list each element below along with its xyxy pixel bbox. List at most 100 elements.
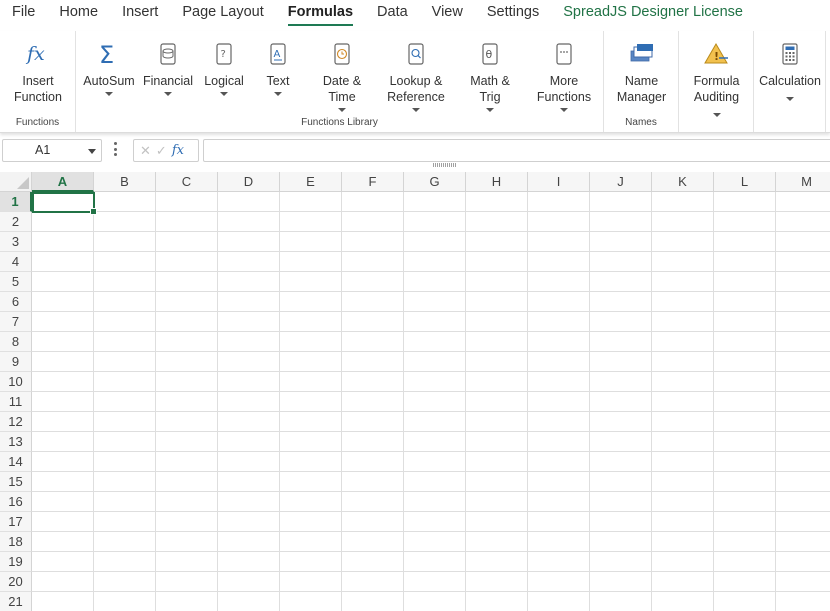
- more-functions-label-2: Functions: [536, 90, 592, 104]
- column-header[interactable]: H: [466, 172, 528, 192]
- tab-formulas[interactable]: Formulas: [276, 0, 365, 28]
- column-header[interactable]: F: [342, 172, 404, 192]
- row-header[interactable]: 6: [0, 292, 32, 312]
- formula-bar: A1 ✕ ✓ fx: [0, 138, 830, 167]
- row-header[interactable]: 19: [0, 552, 32, 572]
- tab-insert[interactable]: Insert: [110, 0, 170, 28]
- column-header[interactable]: C: [156, 172, 218, 192]
- row-header[interactable]: 3: [0, 232, 32, 252]
- calculation-button[interactable]: Calculation: [754, 39, 826, 101]
- theta-book-icon: θ: [464, 39, 516, 69]
- sigma-icon: Σ: [80, 39, 138, 69]
- row-header[interactable]: 16: [0, 492, 32, 512]
- ribbon: fx Insert Function Functions Σ AutoSum F…: [0, 31, 830, 133]
- row-header[interactable]: 10: [0, 372, 32, 392]
- clock-book-icon: [316, 39, 368, 69]
- formula-auditing-label-1: Formula: [693, 74, 740, 88]
- autosum-label: AutoSum: [83, 74, 135, 88]
- name-manager-button[interactable]: Name Manager: [604, 39, 679, 105]
- chevron-down-icon[interactable]: [88, 149, 96, 154]
- row-header[interactable]: 20: [0, 572, 32, 592]
- chevron-down-icon: [105, 92, 113, 96]
- lookup-reference-button[interactable]: Lookup & Reference: [382, 39, 450, 112]
- name-box[interactable]: A1: [2, 139, 102, 162]
- column-header[interactable]: D: [218, 172, 280, 192]
- name-manager-label-1: Name: [624, 74, 659, 88]
- column-header[interactable]: A: [32, 172, 94, 192]
- column-header[interactable]: I: [528, 172, 590, 192]
- column-header[interactable]: G: [404, 172, 466, 192]
- svg-text:A: A: [274, 49, 281, 60]
- select-all-corner[interactable]: [0, 172, 32, 192]
- row-header[interactable]: 21: [0, 592, 32, 611]
- svg-text:fx: fx: [25, 43, 45, 65]
- tab-designer-license[interactable]: SpreadJS Designer License: [551, 0, 755, 28]
- row-header[interactable]: 12: [0, 412, 32, 432]
- column-header[interactable]: J: [590, 172, 652, 192]
- cancel-icon[interactable]: ✕: [140, 143, 151, 159]
- question-book-icon: ?: [200, 39, 248, 69]
- column-header[interactable]: L: [714, 172, 776, 192]
- column-header[interactable]: M: [776, 172, 830, 192]
- tab-file[interactable]: File: [0, 0, 47, 28]
- group-functions-library: Σ AutoSum Financial ? Logical A Text Dat…: [76, 31, 604, 132]
- svg-text:!: !: [714, 50, 719, 63]
- svg-text:?: ?: [221, 49, 226, 60]
- row-header[interactable]: 11: [0, 392, 32, 412]
- text-button[interactable]: A Text: [256, 39, 300, 96]
- tab-view[interactable]: View: [420, 0, 475, 28]
- resize-grip[interactable]: [433, 163, 457, 167]
- row-header[interactable]: 1: [0, 192, 32, 212]
- group-names: Name Manager Names: [604, 31, 679, 132]
- date-time-button[interactable]: Date & Time: [316, 39, 368, 112]
- more-functions-button[interactable]: More Functions: [532, 39, 596, 112]
- row-header[interactable]: 13: [0, 432, 32, 452]
- column-header[interactable]: E: [280, 172, 342, 192]
- warning-triangle-icon: !: [679, 39, 754, 69]
- row-header[interactable]: 14: [0, 452, 32, 472]
- active-cell-selection[interactable]: [32, 192, 97, 215]
- row-header[interactable]: 2: [0, 212, 32, 232]
- insert-function-button[interactable]: fx Insert Function: [0, 39, 76, 105]
- column-header[interactable]: K: [652, 172, 714, 192]
- tab-page-layout[interactable]: Page Layout: [170, 0, 275, 28]
- formula-input[interactable]: [203, 139, 830, 162]
- chevron-down-icon: [220, 92, 228, 96]
- cell-area[interactable]: [32, 192, 830, 611]
- row-header[interactable]: 8: [0, 332, 32, 352]
- row-header[interactable]: 9: [0, 352, 32, 372]
- row-header[interactable]: 7: [0, 312, 32, 332]
- tab-settings[interactable]: Settings: [475, 0, 551, 28]
- row-header[interactable]: 4: [0, 252, 32, 272]
- chevron-down-icon: [786, 97, 794, 101]
- row-header[interactable]: 5: [0, 272, 32, 292]
- insert-function-label-2: Function: [14, 90, 62, 104]
- name-tags-icon: [604, 39, 679, 69]
- math-trig-label-2: Trig: [479, 90, 501, 104]
- formula-auditing-button[interactable]: ! Formula Auditing: [679, 39, 754, 117]
- calculation-label: Calculation: [759, 74, 821, 88]
- fx-icon[interactable]: fx: [172, 143, 184, 158]
- calculator-icon: [754, 39, 826, 69]
- logical-label: Logical: [204, 74, 244, 88]
- math-trig-button[interactable]: θ Math & Trig: [464, 39, 516, 112]
- more-options-icon[interactable]: [114, 142, 118, 160]
- chevron-down-icon: [164, 92, 172, 96]
- tab-home[interactable]: Home: [47, 0, 110, 28]
- column-header[interactable]: B: [94, 172, 156, 192]
- row-header[interactable]: 15: [0, 472, 32, 492]
- more-functions-label-1: More: [549, 74, 579, 88]
- tab-data[interactable]: Data: [365, 0, 420, 28]
- group-label-functions-library: Functions Library: [301, 117, 378, 128]
- row-header[interactable]: 17: [0, 512, 32, 532]
- confirm-icon[interactable]: ✓: [156, 143, 167, 159]
- name-box-value: A1: [35, 143, 51, 157]
- autosum-button[interactable]: Σ AutoSum: [80, 39, 138, 96]
- ellipsis-book-icon: [532, 39, 596, 69]
- financial-button[interactable]: Financial: [142, 39, 194, 96]
- coin-stack-icon: [142, 39, 194, 69]
- date-time-label-2: Time: [328, 90, 356, 104]
- menu-bar: File Home Insert Page Layout Formulas Da…: [0, 0, 830, 28]
- row-header[interactable]: 18: [0, 532, 32, 552]
- logical-button[interactable]: ? Logical: [200, 39, 248, 96]
